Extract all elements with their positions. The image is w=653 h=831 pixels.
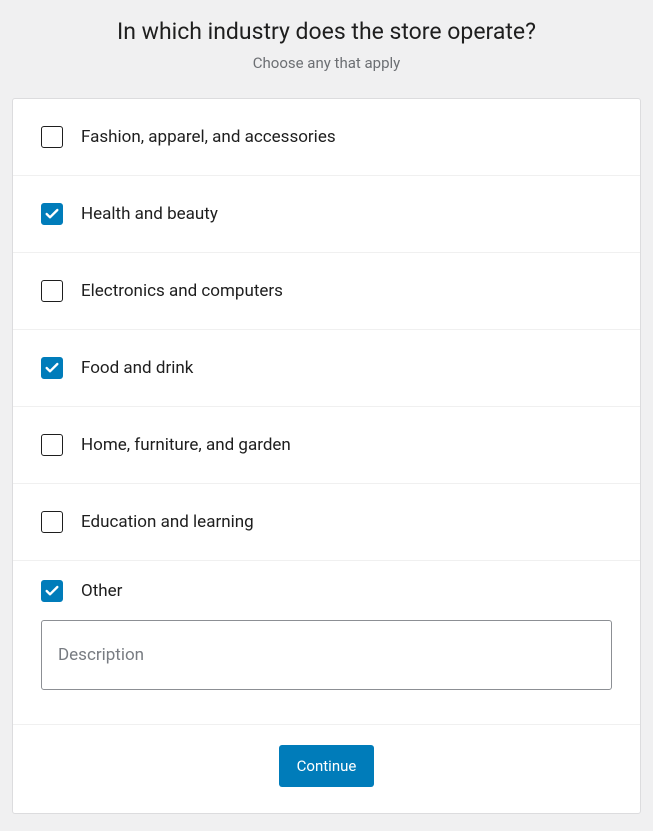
option-label-fashion: Fashion, apparel, and accessories — [81, 127, 336, 147]
option-label-home: Home, furniture, and garden — [81, 435, 291, 455]
option-other[interactable]: Other — [41, 580, 612, 602]
option-label-electronics: Electronics and computers — [81, 281, 283, 301]
option-education[interactable]: Education and learning — [13, 484, 640, 561]
checkbox-home[interactable] — [41, 434, 63, 456]
other-description-input[interactable] — [41, 620, 612, 690]
page-title: In which industry does the store operate… — [12, 18, 641, 45]
options-card: Fashion, apparel, and accessories Health… — [12, 98, 641, 814]
checkbox-education[interactable] — [41, 511, 63, 533]
card-footer: Continue — [13, 725, 640, 813]
option-health[interactable]: Health and beauty — [13, 176, 640, 253]
checkbox-health[interactable] — [41, 203, 63, 225]
continue-button[interactable]: Continue — [279, 745, 375, 787]
option-label-other: Other — [81, 581, 122, 601]
checkbox-other[interactable] — [41, 580, 63, 602]
option-label-health: Health and beauty — [81, 204, 218, 224]
option-label-education: Education and learning — [81, 512, 254, 532]
option-other-block: Other — [13, 561, 640, 725]
check-icon — [44, 583, 60, 599]
checkbox-food[interactable] — [41, 357, 63, 379]
industry-page: In which industry does the store operate… — [0, 0, 653, 814]
checkbox-fashion[interactable] — [41, 126, 63, 148]
option-label-food: Food and drink — [81, 358, 193, 378]
page-header: In which industry does the store operate… — [12, 18, 641, 72]
check-icon — [44, 360, 60, 376]
check-icon — [44, 206, 60, 222]
option-food[interactable]: Food and drink — [13, 330, 640, 407]
checkbox-electronics[interactable] — [41, 280, 63, 302]
option-home[interactable]: Home, furniture, and garden — [13, 407, 640, 484]
option-electronics[interactable]: Electronics and computers — [13, 253, 640, 330]
page-subtitle: Choose any that apply — [12, 54, 641, 72]
option-fashion[interactable]: Fashion, apparel, and accessories — [13, 99, 640, 176]
